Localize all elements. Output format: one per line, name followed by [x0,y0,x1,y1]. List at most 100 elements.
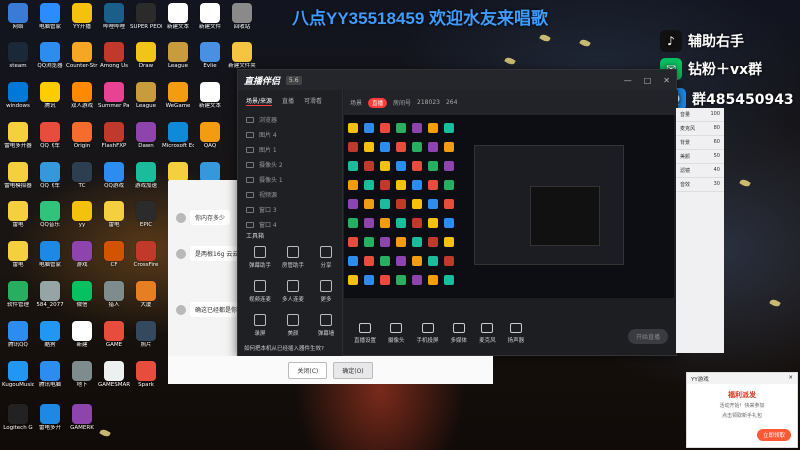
desktop-icon[interactable]: QQ飞车 [34,162,66,190]
tool-button[interactable]: 弹幕助手 [244,246,276,269]
desktop-icon[interactable]: CrossFire [130,241,162,269]
desktop-icon[interactable]: QQ游戏 [98,162,130,190]
source-item[interactable]: 窗口 4 [238,217,342,232]
source-item[interactable]: 浏览器 [238,112,342,127]
desktop-icon[interactable]: 软件管理 [2,281,34,309]
screen-cast-button[interactable]: 手机投屏 [417,323,439,344]
tool-button[interactable]: 弹幕墙 [310,314,342,337]
desktop-icon[interactable]: steam [2,42,34,70]
desktop-icon[interactable]: Origin [66,122,98,150]
camera-button[interactable]: 摄像头 [388,323,405,344]
desktop-icon[interactable]: 微信 [66,281,98,309]
desktop-icon[interactable]: 新建文本 [194,82,226,110]
setting-row[interactable]: 麦克风 80 [676,122,724,136]
desktop-icon[interactable]: QQ浏览器 [34,42,66,70]
desktop-icon[interactable]: 电脑管家 [34,3,66,31]
source-item[interactable]: 图片 4 [238,127,342,142]
eye-icon[interactable] [246,191,254,198]
claim-button[interactable]: 立即领取 [756,429,791,441]
desktop-icon[interactable]: 电脑管家 [34,241,66,269]
desktop-icon[interactable]: GAMERK [66,404,98,432]
desktop-icon[interactable]: Among Us [98,42,130,70]
desktop-icon[interactable]: 雷电 [2,201,34,229]
live-pill[interactable]: 直播 [368,97,388,108]
tool-button[interactable]: 多人连麦 [277,280,309,303]
desktop-icon[interactable]: 新建文本 [162,3,194,31]
media-button[interactable]: 多媒体 [451,323,467,344]
live-settings-button[interactable]: 直播设置 [354,323,376,344]
desktop-icon[interactable]: 雷电多开 [34,404,66,432]
tool-button[interactable]: 房管助手 [277,246,309,269]
close-icon[interactable]: ✕ [663,76,670,85]
minimize-icon[interactable]: — [624,76,632,85]
desktop-icon[interactable]: Spark [130,361,162,389]
desktop-icon[interactable]: 雷电多开器 [2,122,34,150]
close-icon[interactable]: ✕ [788,375,793,382]
desktop-icon[interactable]: Evlie [194,42,226,70]
desktop-icon[interactable]: QQ音乐 [34,201,66,229]
source-item[interactable]: 图片 1 [238,142,342,157]
desktop-icon[interactable]: CF [98,241,130,269]
eye-icon[interactable] [246,116,254,123]
desktop-icon[interactable]: 照片 [130,321,162,349]
desktop-icon[interactable]: windows [2,82,34,110]
desktop-icon[interactable]: League [162,42,194,70]
setting-row[interactable]: 音效 30 [676,178,724,192]
desktop-icon[interactable]: YY开播 [66,3,98,31]
desktop-icon[interactable]: KugouMusic [2,361,34,389]
desktop-icon[interactable]: WeGame [162,82,194,110]
desktop-icon[interactable]: 双人游戏 [66,82,98,110]
desktop-icon[interactable]: GAMESMARKET [98,361,130,389]
desktop-icon[interactable]: 回收站 [226,3,258,31]
desktop-icon[interactable]: 大厦 [130,281,162,309]
desktop-icon[interactable]: 游戏 [66,241,98,269]
tool-button[interactable]: 美颜 [277,314,309,337]
desktop-icon[interactable]: GAME [98,321,130,349]
desktop-icon[interactable]: Counter-Strike [66,42,98,70]
eye-icon[interactable] [246,206,254,213]
setting-row[interactable]: 音量 100 [676,108,724,122]
desktop-icon[interactable]: yy [66,201,98,229]
desktop-icon[interactable]: EPIC [130,201,162,229]
desktop-icon[interactable]: 新建文件夹 [226,42,258,70]
eye-icon[interactable] [246,131,254,138]
desktop-icon[interactable]: Draw [130,42,162,70]
tool-button[interactable]: 更多 [310,280,342,303]
desktop-icon[interactable]: FlashFXP [98,122,130,150]
desktop-icon[interactable]: Microsoft Edge [162,122,194,150]
setting-row[interactable]: 背景 60 [676,136,724,150]
source-item[interactable]: 窗口 3 [238,202,342,217]
desktop-icon[interactable]: 网络 [2,3,34,31]
setting-row[interactable]: 滤镜 40 [676,164,724,178]
mic-button[interactable]: 麦克风 [479,323,496,344]
desktop-icon[interactable]: TC [66,162,98,190]
eye-icon[interactable] [246,221,254,228]
audio-help-link[interactable]: 如何把本机从已经插入器件生效? [244,344,324,352]
source-item[interactable]: 摄像头 2 [238,157,342,172]
desktop-icon[interactable]: 584_2077 [34,281,66,309]
desktop-icon[interactable]: 雷电 [98,201,130,229]
desktop-icon[interactable]: 新建 [66,321,98,349]
setting-row[interactable]: 美颜 50 [676,150,724,164]
desktop-icon[interactable]: 游戏加速 [130,162,162,190]
ok-button[interactable]: 确定(O) [333,361,373,379]
desktop-icon[interactable]: QQ飞车 [34,122,66,150]
eye-icon[interactable] [246,146,254,153]
desktop-icon[interactable]: 猎人 [98,281,130,309]
desktop-icon[interactable]: 地下 [66,361,98,389]
desktop-icon[interactable]: 酷狗 [34,321,66,349]
tool-button[interactable]: 分享 [310,246,342,269]
desktop-icon[interactable]: League [130,82,162,110]
desktop-icon[interactable]: 腾讯QQ [2,321,34,349]
tab-live[interactable]: 直播 [282,96,294,106]
source-item[interactable]: 视频源 [238,187,342,202]
desktop-icon[interactable]: Dawn [130,122,162,150]
start-live-button[interactable]: 开始直播 [627,329,668,344]
tab-sources[interactable]: 场景/来源 [246,96,273,106]
maximize-icon[interactable]: □ [644,76,652,85]
desktop-icon[interactable]: 雷电模拟器 [2,162,34,190]
desktop-icon[interactable]: 腾讯电脑 [34,361,66,389]
desktop-icon[interactable]: 雷电 [2,241,34,269]
eye-icon[interactable] [246,161,254,168]
desktop-icon[interactable]: QAQ [194,122,226,150]
